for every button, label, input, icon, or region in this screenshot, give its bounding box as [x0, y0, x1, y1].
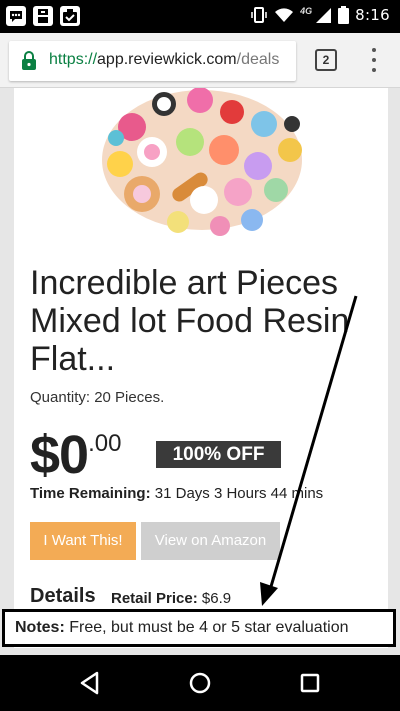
retail-price: Retail Price: $6.9: [111, 590, 231, 607]
recents-icon[interactable]: [297, 670, 323, 696]
status-bar: 4G 8:16: [0, 0, 400, 33]
deal-card: Incredible art Pieces Mixed lot Food Res…: [14, 88, 388, 648]
url-text[interactable]: https://app.reviewkick.com/deals: [49, 51, 279, 69]
quantity-text: Quantity: 20 Pieces.: [30, 389, 165, 406]
price-main: $0: [30, 425, 89, 485]
browser-toolbar: https://app.reviewkick.com/deals 2: [0, 33, 400, 88]
network-type: 4G: [300, 6, 313, 16]
want-this-button[interactable]: I Want This!: [30, 522, 136, 560]
product-title[interactable]: Incredible art Pieces Mixed lot Food Res…: [30, 264, 370, 378]
notes-annotation: Notes: Free, but must be 4 or 5 star eva…: [2, 609, 396, 647]
notes-text: Free, but must be 4 or 5 star evaluation: [64, 619, 349, 636]
address-bar[interactable]: https://app.reviewkick.com/deals: [9, 41, 296, 81]
time-remaining: Time Remaining: 31 Days 3 Hours 44 mins: [30, 485, 323, 502]
price-cents: .00: [88, 430, 122, 457]
notes-label: Notes:: [15, 619, 65, 636]
url-host: app.reviewkick.com: [97, 51, 237, 68]
time-remaining-label: Time Remaining:: [30, 485, 151, 502]
retail-value: $6.9: [201, 590, 232, 607]
system-icons: 4G 8:16: [250, 6, 390, 24]
clipboard-check-icon: [60, 6, 80, 26]
battery-icon: [338, 6, 350, 24]
details-heading: Details: [30, 585, 96, 607]
back-icon[interactable]: [77, 670, 103, 696]
vibrate-icon: [251, 7, 267, 23]
url-scheme: https://: [49, 51, 98, 68]
signal-icon: [316, 8, 332, 23]
url-path: /deals: [236, 51, 280, 68]
view-on-amazon-button[interactable]: View on Amazon: [141, 522, 280, 560]
clock: 8:16: [355, 6, 390, 24]
navigation-bar: [0, 655, 400, 711]
tabs-icon[interactable]: 2: [315, 49, 337, 71]
overflow-menu-icon[interactable]: [366, 46, 382, 74]
messenger-icon: [6, 6, 26, 26]
home-icon[interactable]: [187, 670, 213, 696]
notification-icons: [6, 6, 80, 26]
price: $0.00: [30, 424, 121, 486]
wifi-icon: [275, 8, 294, 22]
time-remaining-value: 31 Days 3 Hours 44 mins: [154, 485, 324, 502]
lock-icon: [22, 51, 36, 70]
retail-label: Retail Price:: [111, 590, 198, 607]
product-image[interactable]: [92, 88, 312, 242]
discount-badge: 100% OFF: [156, 441, 281, 468]
app-icon: [33, 6, 53, 26]
